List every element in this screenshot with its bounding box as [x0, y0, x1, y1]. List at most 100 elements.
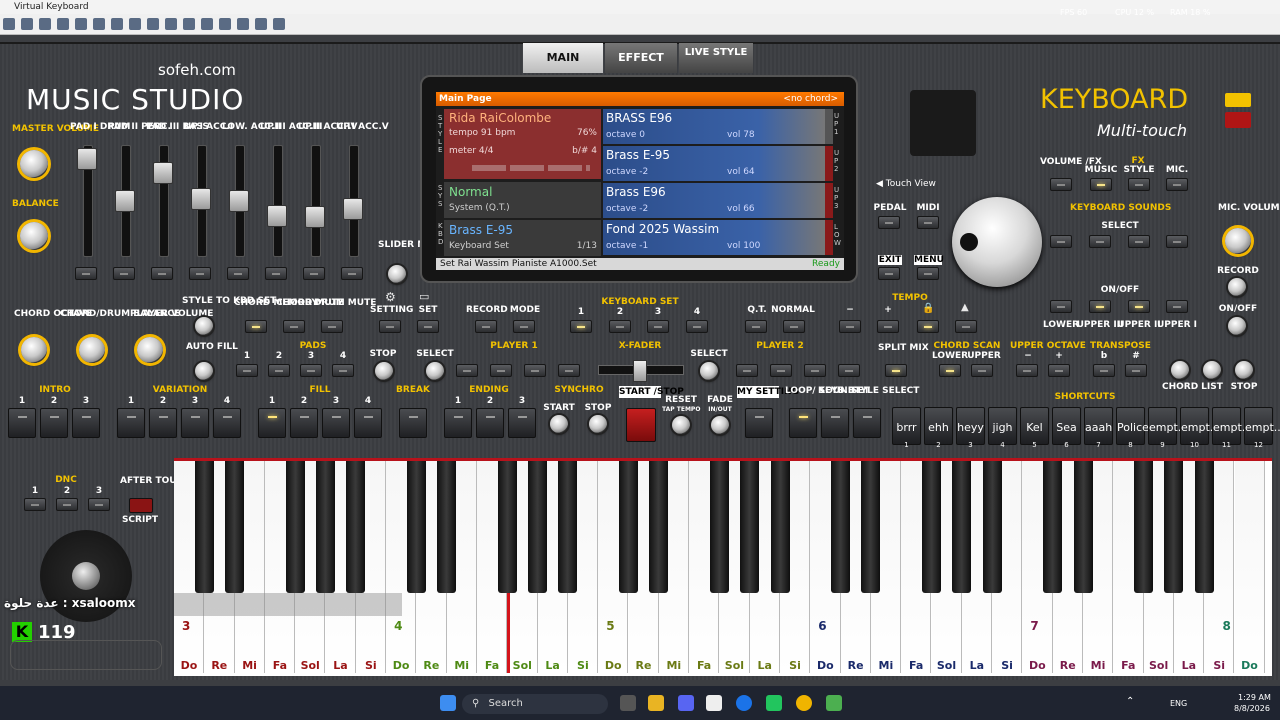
- black-key[interactable]: [770, 461, 790, 593]
- black-key[interactable]: [316, 461, 335, 593]
- sound-onoff-button[interactable]: [1128, 300, 1150, 313]
- style-select-button[interactable]: [853, 408, 881, 438]
- language-indicator[interactable]: ENG: [1170, 699, 1187, 708]
- transpose-flat-button[interactable]: [1093, 364, 1115, 377]
- upper-sound-cell[interactable]: Brass E96 octave -2 vol 66: [603, 183, 833, 218]
- sound-select-button[interactable]: [1089, 235, 1111, 248]
- ending-3-pad[interactable]: [508, 408, 536, 438]
- shortcut-button[interactable]: empt..: [1148, 407, 1185, 445]
- black-key[interactable]: [861, 461, 881, 593]
- toolbar-icon[interactable]: [111, 18, 123, 30]
- black-key[interactable]: [497, 461, 517, 593]
- app-icon[interactable]: [766, 695, 782, 711]
- black-key[interactable]: [437, 461, 457, 593]
- toolbar-icon[interactable]: [219, 18, 231, 30]
- player2-select-knob[interactable]: [700, 362, 718, 380]
- player2-transport-button[interactable]: [804, 364, 826, 377]
- balance-knob[interactable]: [20, 222, 48, 250]
- black-key[interactable]: [1164, 461, 1184, 593]
- sound-select-button[interactable]: [1050, 235, 1072, 248]
- toolbar-icon[interactable]: [3, 18, 15, 30]
- shortcut-button[interactable]: Police: [1116, 407, 1149, 445]
- toolbar-icon[interactable]: [201, 18, 213, 30]
- black-key[interactable]: [528, 461, 548, 593]
- slider-mode-knob[interactable]: [388, 265, 406, 283]
- tray-chevron-icon[interactable]: ⌃: [1126, 696, 1134, 707]
- slider-button[interactable]: [113, 267, 135, 280]
- tempo-lock-button[interactable]: [917, 320, 939, 333]
- metronome-button[interactable]: [955, 320, 977, 333]
- fill-3-pad[interactable]: [322, 408, 350, 438]
- start-stop-button[interactable]: [626, 408, 656, 442]
- normal-button[interactable]: [783, 320, 805, 333]
- pad-button[interactable]: [332, 364, 354, 377]
- black-key[interactable]: [982, 461, 1002, 593]
- data-dial[interactable]: [952, 197, 1042, 287]
- split-mix-button[interactable]: [885, 364, 907, 377]
- chrome-icon[interactable]: [796, 695, 812, 711]
- pad-button[interactable]: [236, 364, 258, 377]
- player2-transport-button[interactable]: [770, 364, 792, 377]
- kbd-set-button[interactable]: [609, 320, 631, 333]
- toolbar-icon[interactable]: [183, 18, 195, 30]
- chord-octave-knob[interactable]: [21, 337, 47, 363]
- upper-sound-cell[interactable]: Brass E-95 octave -2 vol 64: [603, 146, 833, 181]
- pedal-button[interactable]: [878, 216, 900, 229]
- toolbar-icon[interactable]: [273, 18, 285, 30]
- chord-drum-balance-knob[interactable]: [79, 337, 105, 363]
- sound-onoff-button[interactable]: [1166, 300, 1188, 313]
- synchro-stop-knob[interactable]: [589, 415, 607, 433]
- fx-music-button[interactable]: [1090, 178, 1112, 191]
- list-knob[interactable]: [1203, 361, 1221, 379]
- start-icon[interactable]: [440, 695, 456, 711]
- toolbar-icon[interactable]: [255, 18, 267, 30]
- slider-button[interactable]: [189, 267, 211, 280]
- slider-button[interactable]: [151, 267, 173, 280]
- upper-sound-cell[interactable]: Fond 2025 Wassim octave -1 vol 100: [603, 220, 833, 255]
- document-icon[interactable]: [706, 695, 722, 711]
- black-key[interactable]: [952, 461, 972, 593]
- black-key[interactable]: [709, 461, 729, 593]
- fill-2-pad[interactable]: [290, 408, 318, 438]
- mode-button[interactable]: [513, 320, 535, 333]
- mic-volume-knob[interactable]: [1225, 228, 1251, 254]
- chord-scan-upper-button[interactable]: [971, 364, 993, 377]
- shortcut-button[interactable]: jigh: [988, 407, 1017, 445]
- black-key[interactable]: [194, 461, 214, 593]
- record-button[interactable]: [475, 320, 497, 333]
- shortcut-button[interactable]: empt..: [1180, 407, 1217, 445]
- fade-knob[interactable]: [711, 416, 729, 434]
- player1-transport-button[interactable]: [456, 364, 478, 377]
- black-key[interactable]: [1134, 461, 1154, 593]
- pad-button[interactable]: [268, 364, 290, 377]
- transpose-sharp-button[interactable]: [1125, 364, 1147, 377]
- black-key[interactable]: [649, 461, 669, 593]
- kbd-set-button[interactable]: [647, 320, 669, 333]
- ending-1-pad[interactable]: [444, 408, 472, 438]
- sound-select-button[interactable]: [1166, 235, 1188, 248]
- intro-3-pad[interactable]: [72, 408, 100, 438]
- record-mic-knob[interactable]: [1228, 278, 1246, 296]
- chord-mute-button[interactable]: [283, 320, 305, 333]
- slider-button[interactable]: [227, 267, 249, 280]
- slider-handle[interactable]: [267, 205, 287, 227]
- tab-main[interactable]: MAIN: [523, 43, 603, 73]
- black-key[interactable]: [406, 461, 426, 593]
- toolbar-icon[interactable]: [75, 18, 87, 30]
- style-cell[interactable]: Rida RaiColombe tempo 91 bpm 76% meter 4…: [444, 109, 601, 179]
- toolbar-icon[interactable]: [39, 18, 51, 30]
- pad-button[interactable]: [300, 364, 322, 377]
- shortcut-button[interactable]: heyy: [956, 407, 985, 445]
- led-red[interactable]: [1225, 112, 1251, 128]
- black-key[interactable]: [1194, 461, 1214, 593]
- volume-fx-button[interactable]: [1050, 178, 1072, 191]
- slider-button[interactable]: [341, 267, 363, 280]
- master-volume-knob[interactable]: [20, 150, 48, 178]
- shortcut-button[interactable]: ehh: [924, 407, 953, 445]
- upper-sound-cell[interactable]: BRASS E96 octave 0 vol 78: [603, 109, 833, 144]
- auto-fill-knob[interactable]: [195, 362, 213, 380]
- fx-style-button[interactable]: [1128, 178, 1150, 191]
- chord-memory-button[interactable]: [245, 320, 267, 333]
- black-key[interactable]: [619, 461, 638, 593]
- taskbar-search[interactable]: ⚲ Search: [462, 694, 608, 714]
